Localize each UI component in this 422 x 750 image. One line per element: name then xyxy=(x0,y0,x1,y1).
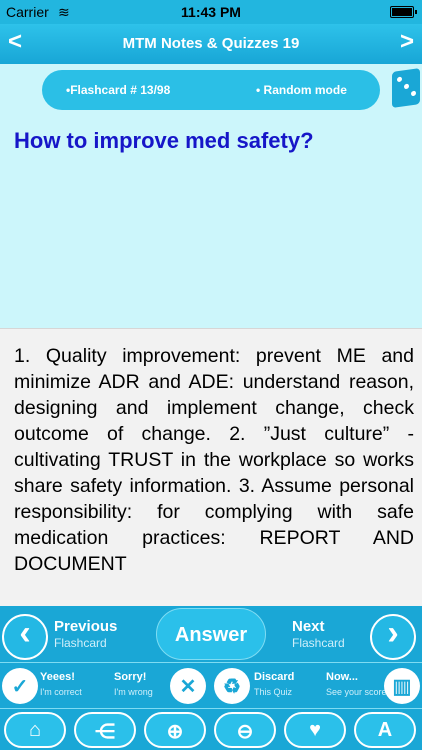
correct-sublabel: I'm correct xyxy=(40,687,82,697)
battery-icon xyxy=(390,6,417,18)
random-mode-label: • Random mode xyxy=(256,83,347,97)
status-time: 11:43 PM xyxy=(181,4,241,20)
correct-label[interactable]: Yeees! xyxy=(40,671,75,683)
wrong-sublabel: I'm wrong xyxy=(114,687,153,697)
answer-feedback-row: ✓ Yeees! I'm correct Sorry! I'm wrong ✕ … xyxy=(0,662,422,708)
answer-text: 1. Quality improvement: prevent ME and m… xyxy=(14,345,414,575)
toolbar: ⌂ ⋲ ⊕ ⊖ ♥ A xyxy=(0,708,422,750)
next-sublabel: Flashcard xyxy=(292,636,345,650)
font-icon[interactable]: A xyxy=(354,712,416,748)
zoom-in-icon[interactable]: ⊕ xyxy=(144,712,206,748)
chevron-right-icon[interactable]: > xyxy=(400,28,414,56)
heart-icon[interactable]: ♥ xyxy=(284,712,346,748)
status-bar: Carrier ≋ 11:43 PM xyxy=(0,0,422,24)
flashcard-navigation: ‹ Previous Flashcard Answer Next Flashca… xyxy=(0,606,422,662)
score-sublabel: See your score xyxy=(326,687,387,697)
nav-bar: < MTM Notes & Quizzes 19 > xyxy=(0,24,422,64)
chevron-right-icon: › xyxy=(387,614,399,652)
answer-panel: 1. Quality improvement: prevent ME and m… xyxy=(0,328,422,606)
page-title: MTM Notes & Quizzes 19 xyxy=(122,35,300,52)
chevron-left-icon: ‹ xyxy=(19,614,31,652)
recycle-icon[interactable]: ♻ xyxy=(214,668,250,704)
previous-label[interactable]: Previous xyxy=(54,618,117,635)
flashcard-info-pill: •Flashcard # 13/98 • Random mode xyxy=(42,70,380,110)
zoom-out-icon[interactable]: ⊖ xyxy=(214,712,276,748)
flashcard-counter: •Flashcard # 13/98 xyxy=(66,83,171,97)
score-label[interactable]: Now... xyxy=(326,671,358,683)
question-text: How to improve med safety? xyxy=(14,128,314,153)
home-icon[interactable]: ⌂ xyxy=(4,712,66,748)
discard-label[interactable]: Discard xyxy=(254,671,294,683)
dice-icon[interactable] xyxy=(392,68,420,108)
discard-sublabel: This Quiz xyxy=(254,687,293,697)
question-panel: How to improve med safety? xyxy=(0,116,422,328)
cross-icon[interactable]: ✕ xyxy=(170,668,206,704)
bar-chart-icon[interactable]: ▥ xyxy=(384,668,420,704)
share-icon[interactable]: ⋲ xyxy=(74,712,136,748)
next-button[interactable]: › xyxy=(370,614,416,660)
check-icon[interactable]: ✓ xyxy=(2,668,38,704)
wrong-label[interactable]: Sorry! xyxy=(114,671,146,683)
previous-button[interactable]: ‹ xyxy=(2,614,48,660)
next-label[interactable]: Next xyxy=(292,618,325,635)
previous-sublabel: Flashcard xyxy=(54,636,107,650)
answer-button[interactable]: Answer xyxy=(156,608,266,660)
info-strip: •Flashcard # 13/98 • Random mode xyxy=(0,64,422,116)
